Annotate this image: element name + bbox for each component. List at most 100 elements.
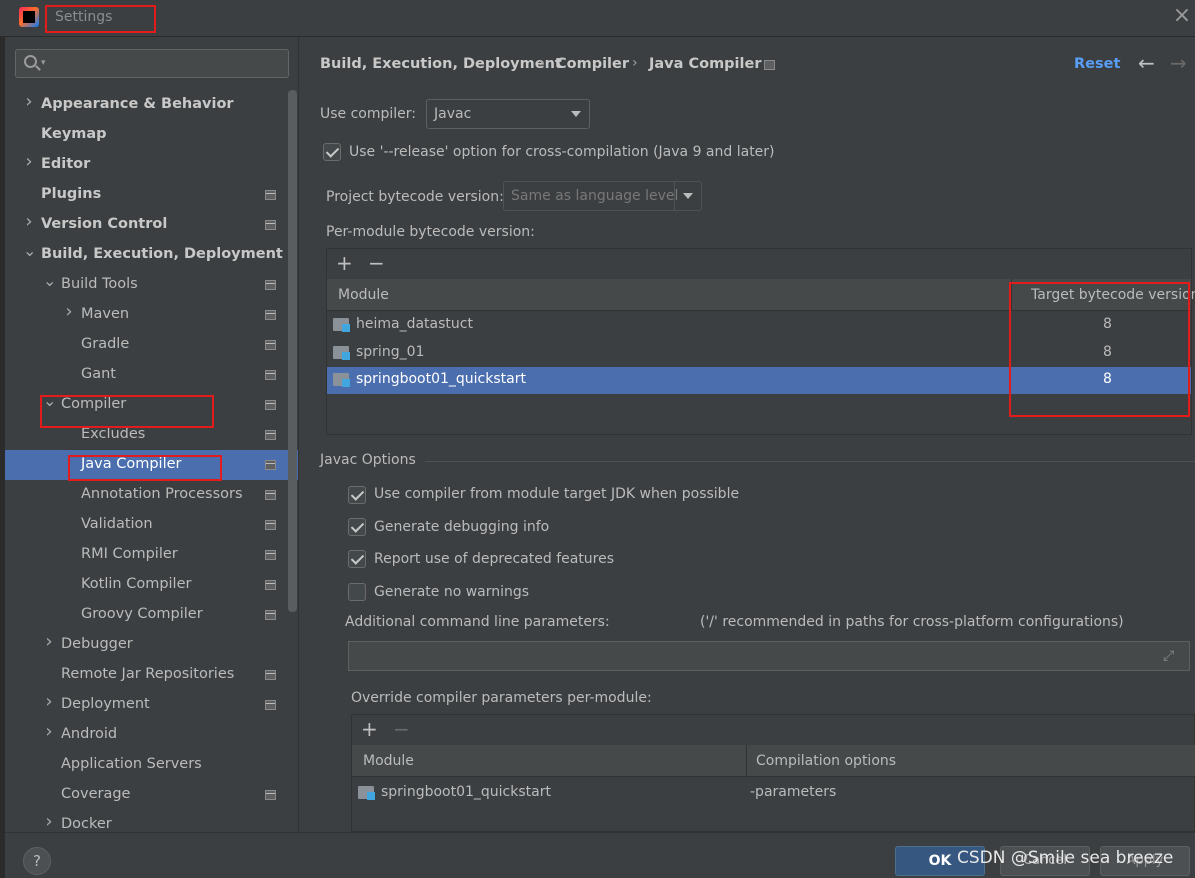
release-option-checkbox[interactable] xyxy=(323,143,341,161)
column-header-target[interactable]: Target bytecode version xyxy=(1031,287,1195,303)
sidebar-item-label: Android xyxy=(61,726,118,742)
sidebar-item-gant[interactable]: Gant xyxy=(5,360,298,390)
project-bytecode-value: Same as language level xyxy=(511,188,679,204)
window-title: Settings xyxy=(55,9,113,25)
help-button[interactable]: ? xyxy=(23,847,51,875)
chevron-right-icon[interactable]: › xyxy=(43,631,55,652)
sidebar-item-label: Excludes xyxy=(81,426,146,442)
breadcrumb-item: Compiler xyxy=(556,56,630,72)
sidebar-item-excludes[interactable]: Excludes xyxy=(5,420,298,450)
sidebar-item-maven[interactable]: › Maven xyxy=(5,300,298,330)
search-icon xyxy=(24,55,37,68)
sidebar-item-version-control[interactable]: › Version Control xyxy=(5,210,298,240)
sidebar-item-build-execution-deployment[interactable]: ⌄ Build, Execution, Deployment xyxy=(5,240,298,270)
sidebar-item-label: Appearance & Behavior xyxy=(41,96,234,112)
sidebar-item-deployment[interactable]: › Deployment xyxy=(5,690,298,720)
chevron-right-icon[interactable]: › xyxy=(43,691,55,712)
sidebar-item-application-servers[interactable]: Application Servers xyxy=(5,750,298,780)
sidebar-item-validation[interactable]: Validation xyxy=(5,510,298,540)
forward-arrow-icon[interactable]: → xyxy=(1170,51,1187,75)
chevron-right-icon[interactable]: › xyxy=(23,91,35,112)
chevron-down-icon[interactable]: ⌄ xyxy=(43,271,56,290)
module-name: springboot01_quickstart xyxy=(356,371,526,387)
sidebar-item-rmi-compiler[interactable]: RMI Compiler xyxy=(5,540,298,570)
sidebar-item-label: Build Tools xyxy=(61,276,138,292)
sidebar-item-kotlin-compiler[interactable]: Kotlin Compiler xyxy=(5,570,298,600)
reset-link[interactable]: Reset xyxy=(1074,56,1120,72)
project-level-icon xyxy=(265,700,276,710)
column-header-options[interactable]: Compilation options xyxy=(756,753,896,769)
sidebar-item-gradle[interactable]: Gradle xyxy=(5,330,298,360)
project-level-icon xyxy=(265,190,276,200)
generate-no-warnings-checkbox[interactable] xyxy=(348,583,366,601)
generate-debug-info-checkbox[interactable] xyxy=(348,518,366,536)
sidebar-item-editor[interactable]: › Editor xyxy=(5,150,298,180)
table-header: Module Target bytecode version xyxy=(327,279,1195,311)
table-row[interactable]: springboot01_quickstart 8 xyxy=(327,367,1191,394)
sidebar-item-annotation-processors[interactable]: Annotation Processors xyxy=(5,480,298,510)
module-folder-icon xyxy=(333,373,350,387)
project-level-icon xyxy=(265,280,276,290)
project-level-icon xyxy=(265,340,276,350)
javac-options-title: Javac Options xyxy=(320,452,416,468)
sidebar-item-label: Annotation Processors xyxy=(81,486,243,502)
target-version: 8 xyxy=(1103,371,1112,387)
override-label: Override compiler parameters per-module: xyxy=(351,690,652,706)
settings-search-input[interactable]: ▾ xyxy=(15,49,289,78)
use-module-jdk-checkbox[interactable] xyxy=(348,486,366,504)
table-row[interactable]: spring_01 8 xyxy=(327,340,1191,367)
sidebar-item-label: Compiler xyxy=(61,396,127,412)
checkbox-label: Generate debugging info xyxy=(374,519,550,535)
close-icon[interactable]: × xyxy=(1172,4,1192,28)
column-divider xyxy=(1011,279,1012,311)
sidebar-item-label: Kotlin Compiler xyxy=(81,576,192,592)
sidebar-item-plugins[interactable]: Plugins xyxy=(5,180,298,210)
sidebar-item-appearance-behavior[interactable]: › Appearance & Behavior xyxy=(5,90,298,120)
remove-override-button[interactable]: − xyxy=(393,719,410,739)
chevron-down-icon xyxy=(683,193,693,199)
override-module-name[interactable]: springboot01_quickstart xyxy=(381,784,551,800)
chevron-right-icon[interactable]: › xyxy=(43,811,55,832)
chevron-down-icon xyxy=(571,111,581,117)
sidebar-item-java-compiler[interactable]: Java Compiler xyxy=(5,450,298,480)
sidebar-item-groovy-compiler[interactable]: Groovy Compiler xyxy=(5,600,298,630)
sidebar-item-compiler[interactable]: ⌄ Compiler xyxy=(5,390,298,420)
sidebar-item-label: Maven xyxy=(81,306,130,322)
sidebar-item-build-tools[interactable]: ⌄ Build Tools xyxy=(5,270,298,300)
chevron-right-icon[interactable]: › xyxy=(23,151,35,172)
add-module-button[interactable]: + xyxy=(336,253,353,273)
use-compiler-dropdown[interactable]: Javac xyxy=(426,99,590,129)
table-row[interactable]: heima_datastuct 8 xyxy=(327,312,1191,339)
sidebar-item-debugger[interactable]: › Debugger xyxy=(5,630,298,660)
project-bytecode-dropdown[interactable]: Same as language level xyxy=(503,181,702,211)
report-deprecated-checkbox[interactable] xyxy=(348,550,366,568)
project-level-icon xyxy=(265,370,276,380)
chevron-right-icon[interactable]: › xyxy=(43,721,55,742)
chevron-right-icon[interactable]: › xyxy=(23,211,35,232)
project-level-icon xyxy=(265,790,276,800)
sidebar-item-coverage[interactable]: Coverage xyxy=(5,780,298,810)
additional-params-input[interactable] xyxy=(348,641,1190,671)
checkbox-label: Use compiler from module target JDK when… xyxy=(374,486,740,502)
sidebar-item-remote-jar-repositories[interactable]: Remote Jar Repositories xyxy=(5,660,298,690)
chevron-right-icon[interactable]: › xyxy=(63,301,75,322)
sidebar-item-keymap[interactable]: Keymap xyxy=(5,120,298,150)
expand-icon[interactable]: ⤢ xyxy=(1163,648,1174,664)
sidebar-item-label: Debugger xyxy=(61,636,133,652)
override-options-value[interactable]: -parameters xyxy=(750,784,836,800)
add-override-button[interactable]: + xyxy=(361,719,378,739)
project-bytecode-label: Project bytecode version: xyxy=(326,189,504,205)
sidebar-item-label: Groovy Compiler xyxy=(81,606,203,622)
column-header-module[interactable]: Module xyxy=(363,753,414,769)
column-header-module[interactable]: Module xyxy=(338,287,389,303)
search-dropdown-icon[interactable]: ▾ xyxy=(41,58,46,68)
checkbox-label: Generate no warnings xyxy=(374,584,530,600)
chevron-down-icon[interactable]: ⌄ xyxy=(23,241,36,260)
remove-module-button[interactable]: − xyxy=(368,253,385,273)
chevron-down-icon[interactable]: ⌄ xyxy=(43,391,56,410)
sidebar-item-android[interactable]: › Android xyxy=(5,720,298,750)
back-arrow-icon[interactable]: ← xyxy=(1138,51,1155,75)
sidebar-scrollbar[interactable] xyxy=(288,90,297,612)
sidebar-item-label: RMI Compiler xyxy=(81,546,178,562)
project-level-icon xyxy=(265,670,276,680)
